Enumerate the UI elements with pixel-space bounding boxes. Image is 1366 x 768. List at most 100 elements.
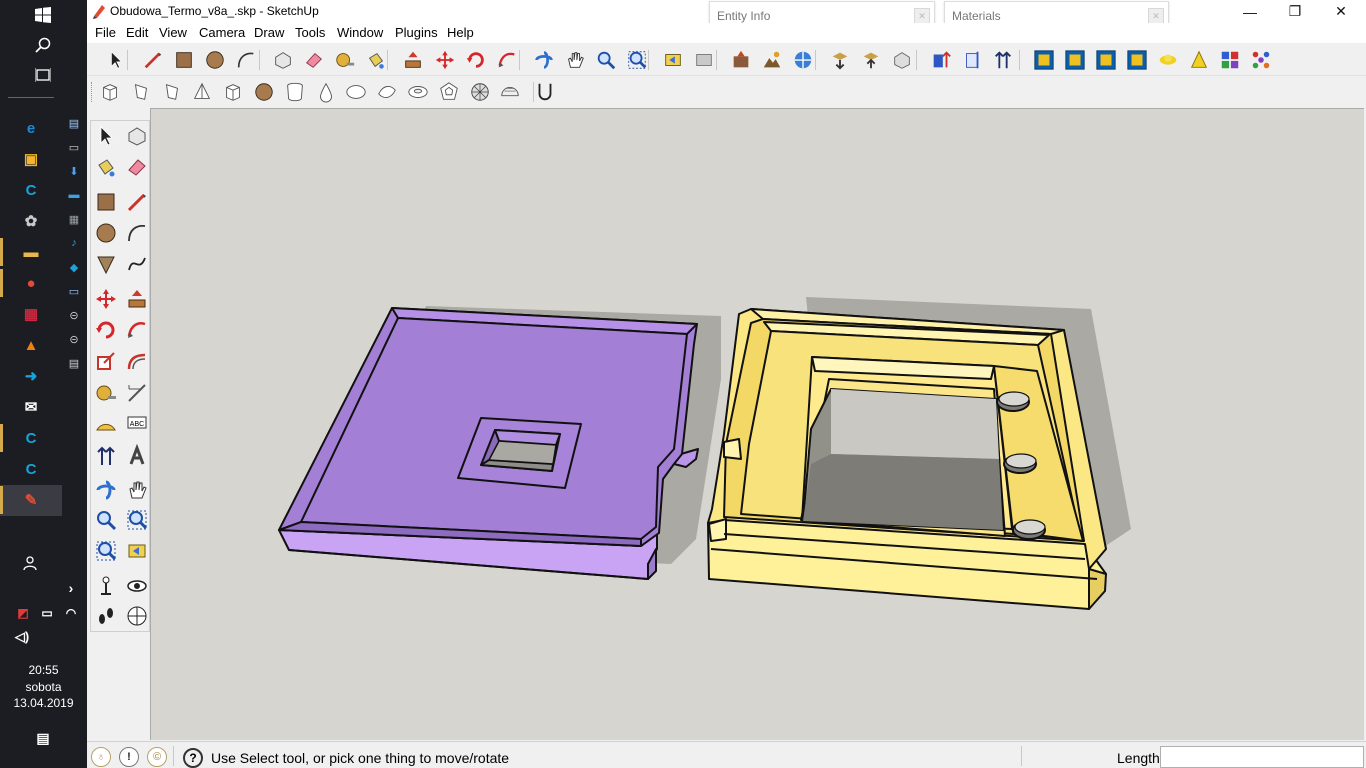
protractor-tool-icon[interactable] bbox=[92, 410, 120, 438]
pan-icon[interactable] bbox=[562, 48, 588, 72]
lid-part[interactable] bbox=[278, 307, 699, 580]
menu-window[interactable]: Window bbox=[337, 25, 383, 40]
menu-plugins[interactable]: Plugins bbox=[395, 25, 438, 40]
arc-icon[interactable] bbox=[233, 48, 259, 72]
close-button[interactable]: ✕ bbox=[1318, 0, 1364, 23]
close-icon[interactable]: ✕ bbox=[914, 8, 930, 24]
paint-bucket-tool-icon[interactable] bbox=[92, 153, 120, 181]
dodecahedron-shape-icon[interactable] bbox=[436, 80, 462, 104]
axes-icon[interactable] bbox=[990, 48, 1016, 72]
dots-icon[interactable] bbox=[1248, 48, 1274, 72]
drop-shape-icon[interactable] bbox=[313, 80, 339, 104]
box-shape-icon[interactable] bbox=[97, 80, 123, 104]
menu-help[interactable]: Help bbox=[447, 25, 474, 40]
c-app-icon-3[interactable]: C bbox=[18, 456, 44, 482]
menu-camera[interactable]: Camera bbox=[199, 25, 245, 40]
dimension-tool-icon[interactable] bbox=[123, 379, 151, 407]
add-location-icon[interactable] bbox=[728, 48, 754, 72]
zoom-icon[interactable] bbox=[593, 48, 619, 72]
task-view-icon[interactable] bbox=[29, 61, 57, 89]
look-around-tool-icon[interactable] bbox=[123, 572, 151, 600]
quick-launch-icon[interactable]: ▬ bbox=[66, 187, 82, 203]
previous-view-tool-icon[interactable] bbox=[123, 537, 151, 565]
maximize-button[interactable]: ❐ bbox=[1272, 0, 1318, 23]
position-camera-tool-icon[interactable] bbox=[92, 572, 120, 600]
select-tool-icon[interactable] bbox=[92, 122, 120, 150]
menu-draw[interactable]: Draw bbox=[254, 25, 284, 40]
eraser-icon[interactable] bbox=[301, 48, 327, 72]
circle-icon[interactable] bbox=[202, 48, 228, 72]
toolbar-grip[interactable] bbox=[91, 82, 94, 102]
zoom-tool-icon[interactable] bbox=[92, 506, 120, 534]
text-tool-icon[interactable]: ABC bbox=[123, 410, 151, 438]
zoom-extents-icon[interactable] bbox=[624, 48, 650, 72]
save-app-icon[interactable]: ▦ bbox=[18, 301, 44, 327]
eraser-tool-icon[interactable] bbox=[123, 153, 151, 181]
file-explorer-icon[interactable]: ▬ bbox=[18, 239, 44, 265]
ellipse-shape-icon[interactable] bbox=[343, 80, 369, 104]
share-component-icon[interactable] bbox=[889, 48, 915, 72]
length-input[interactable] bbox=[1160, 746, 1364, 768]
rotate-icon[interactable] bbox=[463, 48, 489, 72]
arc-tool-icon[interactable] bbox=[123, 219, 151, 247]
tape-measure-icon[interactable] bbox=[332, 48, 358, 72]
settings-app-icon[interactable]: ✿ bbox=[18, 208, 44, 234]
menu-tools[interactable]: Tools bbox=[295, 25, 325, 40]
offset-tool-icon[interactable] bbox=[123, 347, 151, 375]
rotate-tool-icon[interactable] bbox=[92, 316, 120, 344]
select-icon[interactable] bbox=[103, 48, 129, 72]
arrow-app-icon[interactable]: ➜ bbox=[18, 363, 44, 389]
quick-launch-icon[interactable]: ▭ bbox=[66, 139, 82, 155]
zoom-window-tool-icon[interactable] bbox=[123, 506, 151, 534]
pan-tool-icon[interactable] bbox=[123, 476, 151, 504]
wifi-icon[interactable]: ◠ bbox=[58, 600, 84, 626]
quick-launch-icon[interactable]: ▤ bbox=[66, 115, 82, 131]
next-view-icon[interactable] bbox=[691, 48, 717, 72]
sun-icon[interactable] bbox=[1155, 48, 1181, 72]
c-app-icon-2[interactable]: C bbox=[18, 425, 44, 451]
mail-icon[interactable]: ✉ bbox=[18, 394, 44, 420]
wedge-shape-icon[interactable] bbox=[159, 80, 185, 104]
search-icon[interactable] bbox=[29, 31, 57, 59]
pyramid-shape-icon[interactable] bbox=[189, 80, 215, 104]
quick-launch-icon[interactable]: ▭ bbox=[66, 283, 82, 299]
freehand-tool-icon[interactable] bbox=[123, 250, 151, 278]
close-icon[interactable]: ✕ bbox=[1148, 8, 1164, 24]
plugin-3-icon[interactable] bbox=[1093, 48, 1119, 72]
help-icon[interactable]: ? bbox=[183, 748, 203, 768]
make-component-tool-icon[interactable] bbox=[123, 122, 151, 150]
toggle-terrain-icon[interactable] bbox=[759, 48, 785, 72]
cube-shape-icon[interactable] bbox=[220, 80, 246, 104]
dimensions-icon[interactable] bbox=[959, 48, 985, 72]
menu-edit[interactable]: Edit bbox=[126, 25, 148, 40]
follow-me-icon[interactable] bbox=[494, 48, 520, 72]
model-scene[interactable] bbox=[151, 109, 1365, 741]
push-pull-icon[interactable] bbox=[400, 48, 426, 72]
follow-me-tool-icon[interactable] bbox=[123, 316, 151, 344]
add-on-icon[interactable] bbox=[928, 48, 954, 72]
geosphere-shape-icon[interactable] bbox=[467, 80, 493, 104]
rectangle-icon[interactable] bbox=[171, 48, 197, 72]
zoom-extents-tool-icon[interactable] bbox=[92, 537, 120, 565]
case-part[interactable] bbox=[707, 308, 1107, 610]
quick-launch-icon[interactable]: ⬇ bbox=[66, 163, 82, 179]
plugin-4-icon[interactable] bbox=[1124, 48, 1150, 72]
axes-tool-icon[interactable] bbox=[92, 442, 120, 470]
edge-icon[interactable]: e bbox=[18, 115, 44, 141]
sketchup-icon[interactable]: ✎ bbox=[18, 487, 44, 513]
make-component-icon[interactable] bbox=[270, 48, 296, 72]
photo-textures-icon[interactable] bbox=[790, 48, 816, 72]
menu-file[interactable]: File bbox=[95, 25, 116, 40]
windows-logo-icon[interactable] bbox=[29, 1, 57, 29]
orbit-tool-icon[interactable] bbox=[92, 476, 120, 504]
quick-launch-icon[interactable]: ▤ bbox=[66, 355, 82, 371]
walk-tool-icon[interactable] bbox=[92, 602, 120, 630]
move-icon[interactable] bbox=[432, 48, 458, 72]
section-plane-tool-icon[interactable] bbox=[123, 602, 151, 630]
store-icon[interactable]: ▣ bbox=[18, 146, 44, 172]
quick-launch-icon[interactable]: ⊝ bbox=[66, 331, 82, 347]
title-bar[interactable]: Obudowa_Termo_v8a_.skp - SketchUp Entity… bbox=[87, 0, 1366, 31]
geo-location-icon[interactable]: ♁ bbox=[91, 747, 111, 767]
share-model-icon[interactable] bbox=[858, 48, 884, 72]
notifications-icon[interactable]: ▤ bbox=[30, 725, 56, 751]
